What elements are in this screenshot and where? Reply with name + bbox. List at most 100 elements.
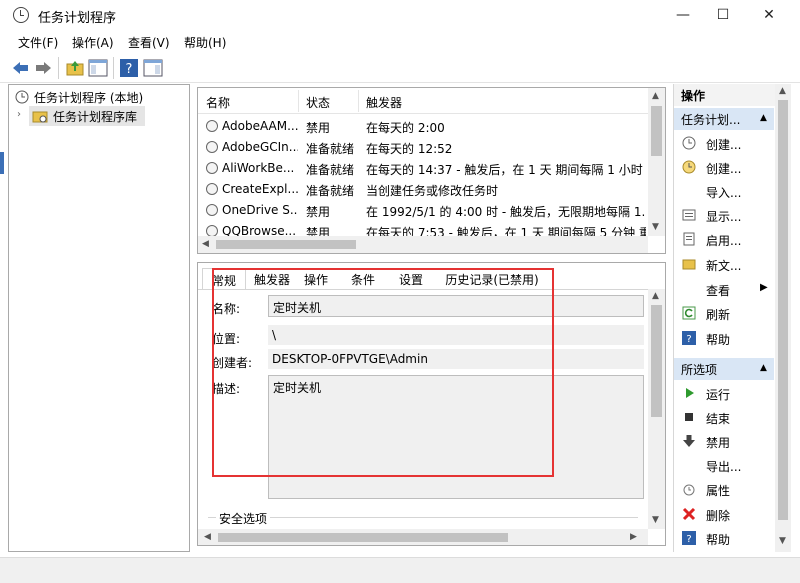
left-edge-accent: [0, 152, 4, 174]
menu-file[interactable]: 文件(F): [18, 34, 58, 51]
menu-bar: [0, 31, 800, 53]
task-status: 禁用: [306, 205, 331, 219]
column-divider[interactable]: [298, 90, 299, 112]
selected-item-section-header[interactable]: 所选项: [674, 358, 774, 380]
action-label: 导入...: [706, 186, 742, 200]
task-clock-icon: [206, 120, 218, 132]
list-header: 名称 状态 触发器: [198, 88, 665, 114]
help-icon[interactable]: ?: [119, 58, 139, 78]
detail-vertical-scrollbar[interactable]: ▲ ▼: [648, 289, 665, 529]
action-new-folder[interactable]: 新文...: [674, 253, 774, 277]
action-refresh[interactable]: 刷新: [674, 302, 774, 326]
maximize-button[interactable]: ☐: [700, 0, 746, 31]
action-export[interactable]: 导出...: [674, 454, 774, 478]
action-display-running[interactable]: 显示...: [674, 204, 774, 228]
scroll-down-arrow-icon[interactable]: ▼: [652, 515, 659, 525]
task-status: 准备就绪: [306, 163, 355, 177]
submenu-arrow-icon: ▶: [760, 282, 768, 293]
action-label: 创建...: [706, 138, 742, 152]
action-properties[interactable]: 属性: [674, 478, 774, 502]
toolbar-separator: [113, 57, 114, 79]
scroll-down-arrow-icon[interactable]: ▼: [652, 222, 659, 232]
action-view-menu[interactable]: 查看 ▶: [674, 278, 774, 302]
action-delete[interactable]: 删除: [674, 503, 774, 527]
task-name: OneDrive S...: [222, 203, 298, 217]
action-label: 显示...: [706, 210, 742, 224]
action-create-basic-task[interactable]: 创建...: [674, 132, 774, 156]
column-name[interactable]: 名称: [206, 94, 230, 111]
action-label: 运行: [706, 388, 731, 402]
scroll-thumb[interactable]: [218, 533, 508, 542]
close-button[interactable]: ✕: [746, 0, 792, 31]
action-import-task[interactable]: 导入...: [674, 180, 774, 204]
clock-new-icon: [682, 160, 696, 174]
scroll-up-arrow-icon[interactable]: ▲: [779, 86, 786, 96]
show-hide-tree-icon[interactable]: [88, 58, 108, 78]
history-log-icon: [683, 232, 695, 246]
table-row[interactable]: AdobeGCIn... 准备就绪 在每天的 12:52: [198, 137, 648, 158]
list-horizontal-scrollbar[interactable]: ◀: [198, 236, 648, 253]
table-row[interactable]: OneDrive S... 禁用 在 1992/5/1 的 4:00 时 - 触…: [198, 200, 648, 221]
action-label: 属性: [706, 484, 731, 498]
tree-root-label[interactable]: 任务计划程序 (本地): [34, 89, 143, 106]
scroll-down-arrow-icon[interactable]: ▼: [779, 536, 786, 546]
task-scheduler-app-icon: [13, 7, 29, 23]
scroll-up-arrow-icon[interactable]: ▲: [652, 91, 659, 101]
detail-horizontal-scrollbar[interactable]: ◀ ▶: [198, 529, 648, 545]
status-bar: [0, 557, 800, 583]
show-action-pane-icon[interactable]: [143, 58, 163, 78]
svg-text:?: ?: [126, 62, 133, 77]
table-row[interactable]: AdobeAAM... 禁用 在每天的 2:00: [198, 116, 648, 137]
expand-chevron-icon[interactable]: ›: [17, 109, 21, 120]
action-help[interactable]: ? 帮助: [674, 327, 774, 351]
back-arrow-icon[interactable]: [11, 58, 31, 78]
action-label: 导出...: [706, 460, 742, 474]
table-row[interactable]: AliWorkBe... 准备就绪 在每天的 14:37 - 触发后，在 1 天…: [198, 158, 648, 179]
table-row[interactable]: CreateExpl... 准备就绪 当创建任务或修改任务时: [198, 179, 648, 200]
scroll-thumb[interactable]: [216, 240, 356, 249]
window-title: 任务计划程序: [38, 11, 117, 26]
clock-wand-icon: [682, 136, 696, 150]
task-name: CreateExpl...: [222, 182, 298, 196]
menu-help[interactable]: 帮助(H): [184, 34, 226, 51]
task-trigger: 在 1992/5/1 的 4:00 时 - 触发后，无限期地每隔 1.0: [366, 205, 646, 219]
new-folder-icon: [682, 259, 696, 270]
actions-vertical-scrollbar[interactable]: ▲ ▼: [775, 84, 791, 552]
collapse-up-icon[interactable]: ▲: [760, 363, 767, 373]
task-name: AliWorkBe...: [222, 161, 295, 175]
scroll-left-arrow-icon[interactable]: ◀: [202, 239, 209, 249]
column-status[interactable]: 状态: [306, 94, 330, 111]
scroll-right-arrow-icon[interactable]: ▶: [630, 532, 637, 542]
delete-x-icon: [682, 507, 696, 521]
actions-subsection-header[interactable]: 任务计划...: [674, 108, 774, 130]
action-disable[interactable]: 禁用: [674, 430, 774, 454]
tree-item-library[interactable]: 任务计划程序库: [53, 108, 137, 125]
action-label: 结束: [706, 412, 731, 426]
column-trigger[interactable]: 触发器: [366, 94, 402, 111]
action-help-selected[interactable]: ? 帮助: [674, 527, 774, 551]
svg-text:?: ?: [686, 334, 691, 345]
up-folder-icon[interactable]: [65, 58, 85, 78]
collapse-up-icon[interactable]: ▲: [760, 113, 767, 123]
help-icon: ?: [682, 531, 696, 545]
scroll-up-arrow-icon[interactable]: ▲: [652, 291, 659, 301]
menu-action[interactable]: 操作(A): [72, 34, 114, 51]
action-label: 启用...: [706, 234, 742, 248]
action-end[interactable]: 结束: [674, 406, 774, 430]
action-create-task[interactable]: 创建...: [674, 156, 774, 180]
scroll-thumb[interactable]: [778, 100, 788, 520]
group-divider: [208, 517, 638, 518]
scroll-thumb[interactable]: [651, 305, 662, 417]
action-label: 禁用: [706, 436, 731, 450]
title-bar: 任务计划程序 — ☐ ✕: [0, 0, 800, 31]
column-divider[interactable]: [358, 90, 359, 112]
scroll-left-arrow-icon[interactable]: ◀: [204, 532, 211, 542]
task-status: 准备就绪: [306, 142, 355, 156]
action-enable-history[interactable]: 启用...: [674, 228, 774, 252]
scroll-thumb[interactable]: [651, 106, 662, 156]
menu-view[interactable]: 查看(V): [128, 34, 170, 51]
list-vertical-scrollbar[interactable]: ▲ ▼: [648, 88, 665, 236]
forward-arrow-icon[interactable]: [33, 58, 53, 78]
running-tasks-icon: [682, 209, 696, 221]
action-run[interactable]: 运行: [674, 382, 774, 406]
